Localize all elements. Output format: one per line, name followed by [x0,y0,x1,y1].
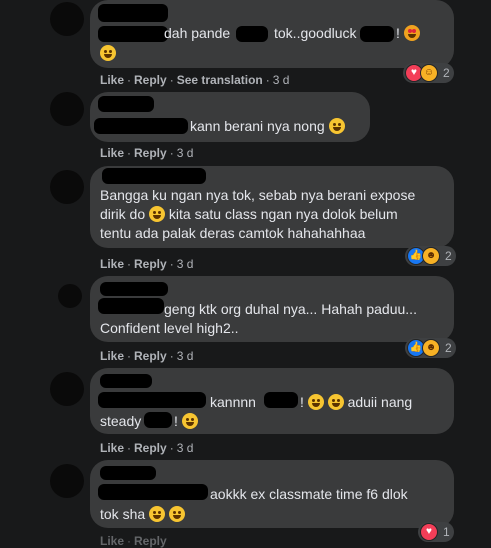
comment-text: aduii nang [347,394,413,410]
care-reaction-icon: ☺ [420,64,438,82]
timestamp[interactable]: 3 d [273,73,290,87]
reply-link[interactable]: Reply [134,349,167,363]
reactions-summary[interactable]: ♥ 1 [418,522,454,542]
comment-text-line3: tentu ada palak deras camtok hahahahhaa [100,225,366,241]
redacted-name-2 [98,484,208,500]
reaction-count: 2 [445,249,452,263]
comment-actions: Like · Reply · 3 d [100,441,194,455]
grinning-emoji-icon [168,506,185,522]
reaction-count: 2 [445,341,452,355]
avatar[interactable] [50,372,84,406]
comment-bubble: geng ktk org duhal nya... Hahah paduu...… [90,276,454,342]
timestamp[interactable]: 3 d [177,441,194,455]
reply-link[interactable]: Reply [134,146,167,160]
grinning-emoji-icon [181,413,198,429]
comment-text-line2b: ! [174,413,178,429]
comment-actions: Like · Reply · See translation · 3 d [100,73,290,87]
like-link[interactable]: Like [100,441,124,455]
redacted-name [100,282,168,296]
comment-text: aokkk ex classmate time f6 dlok [210,486,408,502]
smiling-hearts-emoji-icon [328,118,345,134]
redacted-name [98,96,154,112]
redacted-name-2 [98,392,206,408]
reply-link[interactable]: Reply [134,73,167,87]
redacted-name [100,466,156,480]
star-struck-emoji-icon [403,25,420,41]
comment-text-line2b: kita satu class ngan nya dolok belum [168,206,398,222]
timestamp[interactable]: 3 d [177,349,194,363]
smiling-hearts-emoji-icon [100,45,116,61]
redacted-name [102,168,206,184]
reactions-summary[interactable]: 👍 ☻ 2 [405,246,456,266]
comment-text: ! [396,25,400,41]
redacted-word [236,26,268,42]
reactions-summary[interactable]: ♥ ☺ 2 [403,63,454,83]
comment-text-line1: geng ktk org duhal nya... Hahah paduu... [164,301,417,317]
avatar[interactable] [58,284,82,308]
haha-reaction-icon: ☻ [422,247,440,265]
comment-actions: Like · Reply · 3 d [100,349,194,363]
redacted-word-2 [360,26,394,42]
grinning-emoji-icon [149,506,166,522]
comment-text-line2: steady [100,413,142,429]
comment-text-line1: Bangga ku ngan nya tok, sebab nya berani… [100,187,416,203]
like-link[interactable]: Like [100,146,124,160]
reply-link[interactable]: Reply [134,257,167,271]
comment-bubble: dah pande tok..goodluck ! [90,0,454,68]
comment-text: ! [300,394,304,410]
reply-link[interactable]: Reply [134,441,167,455]
like-link[interactable]: Like [100,534,124,548]
heart-reaction-icon: ♥ [420,523,438,541]
comment-text: tok..goodluck [274,25,357,41]
like-link[interactable]: Like [100,349,124,363]
comment-text-line2: dirik do [100,206,146,222]
reaction-count: 2 [443,66,450,80]
comment-text: kann berani nya nong [190,118,325,134]
comment-bubble: Bangga ku ngan nya tok, sebab nya berani… [90,166,454,248]
screaming-emoji-icon [307,394,324,410]
comment-actions: Like · Reply · 3 d [100,257,194,271]
reaction-count: 1 [443,525,450,539]
reactions-summary[interactable]: 👍 ☻ 2 [405,338,456,358]
redacted-name [100,374,152,388]
haha-reaction-icon: ☻ [422,339,440,357]
see-translation-link[interactable]: See translation [177,73,263,87]
redacted-name [98,4,168,22]
redacted-word-2 [144,412,172,428]
comment-actions: Like · Reply · 3 d [100,146,194,160]
redacted-name-2 [98,26,168,42]
like-link[interactable]: Like [100,257,124,271]
comment-text: kannnn [210,394,256,410]
laughing-emoji-icon [149,206,166,222]
avatar[interactable] [50,170,84,204]
avatar[interactable] [50,464,84,498]
timestamp[interactable]: 3 d [177,257,194,271]
comment-text-line2: tok sha [100,506,146,522]
redacted-name-2 [94,118,188,134]
reply-link[interactable]: Reply [134,534,167,548]
avatar[interactable] [50,2,84,36]
timestamp[interactable]: 3 d [177,146,194,160]
screaming-emoji-icon [327,394,344,410]
redacted-word [264,392,298,408]
comment-text-line2: Confident level high2.. [100,320,239,336]
comment-bubble: aokkk ex classmate time f6 dlok tok sha [90,460,454,528]
comment-actions: Like · Reply [100,534,167,548]
redacted-name-2 [98,298,164,314]
comment-text: dah pande [164,25,231,41]
like-link[interactable]: Like [100,73,124,87]
comment-bubble: kann berani nya nong [90,92,370,142]
comment-bubble: kannnn ! aduii nang steady ! [90,368,454,434]
avatar[interactable] [50,92,84,126]
